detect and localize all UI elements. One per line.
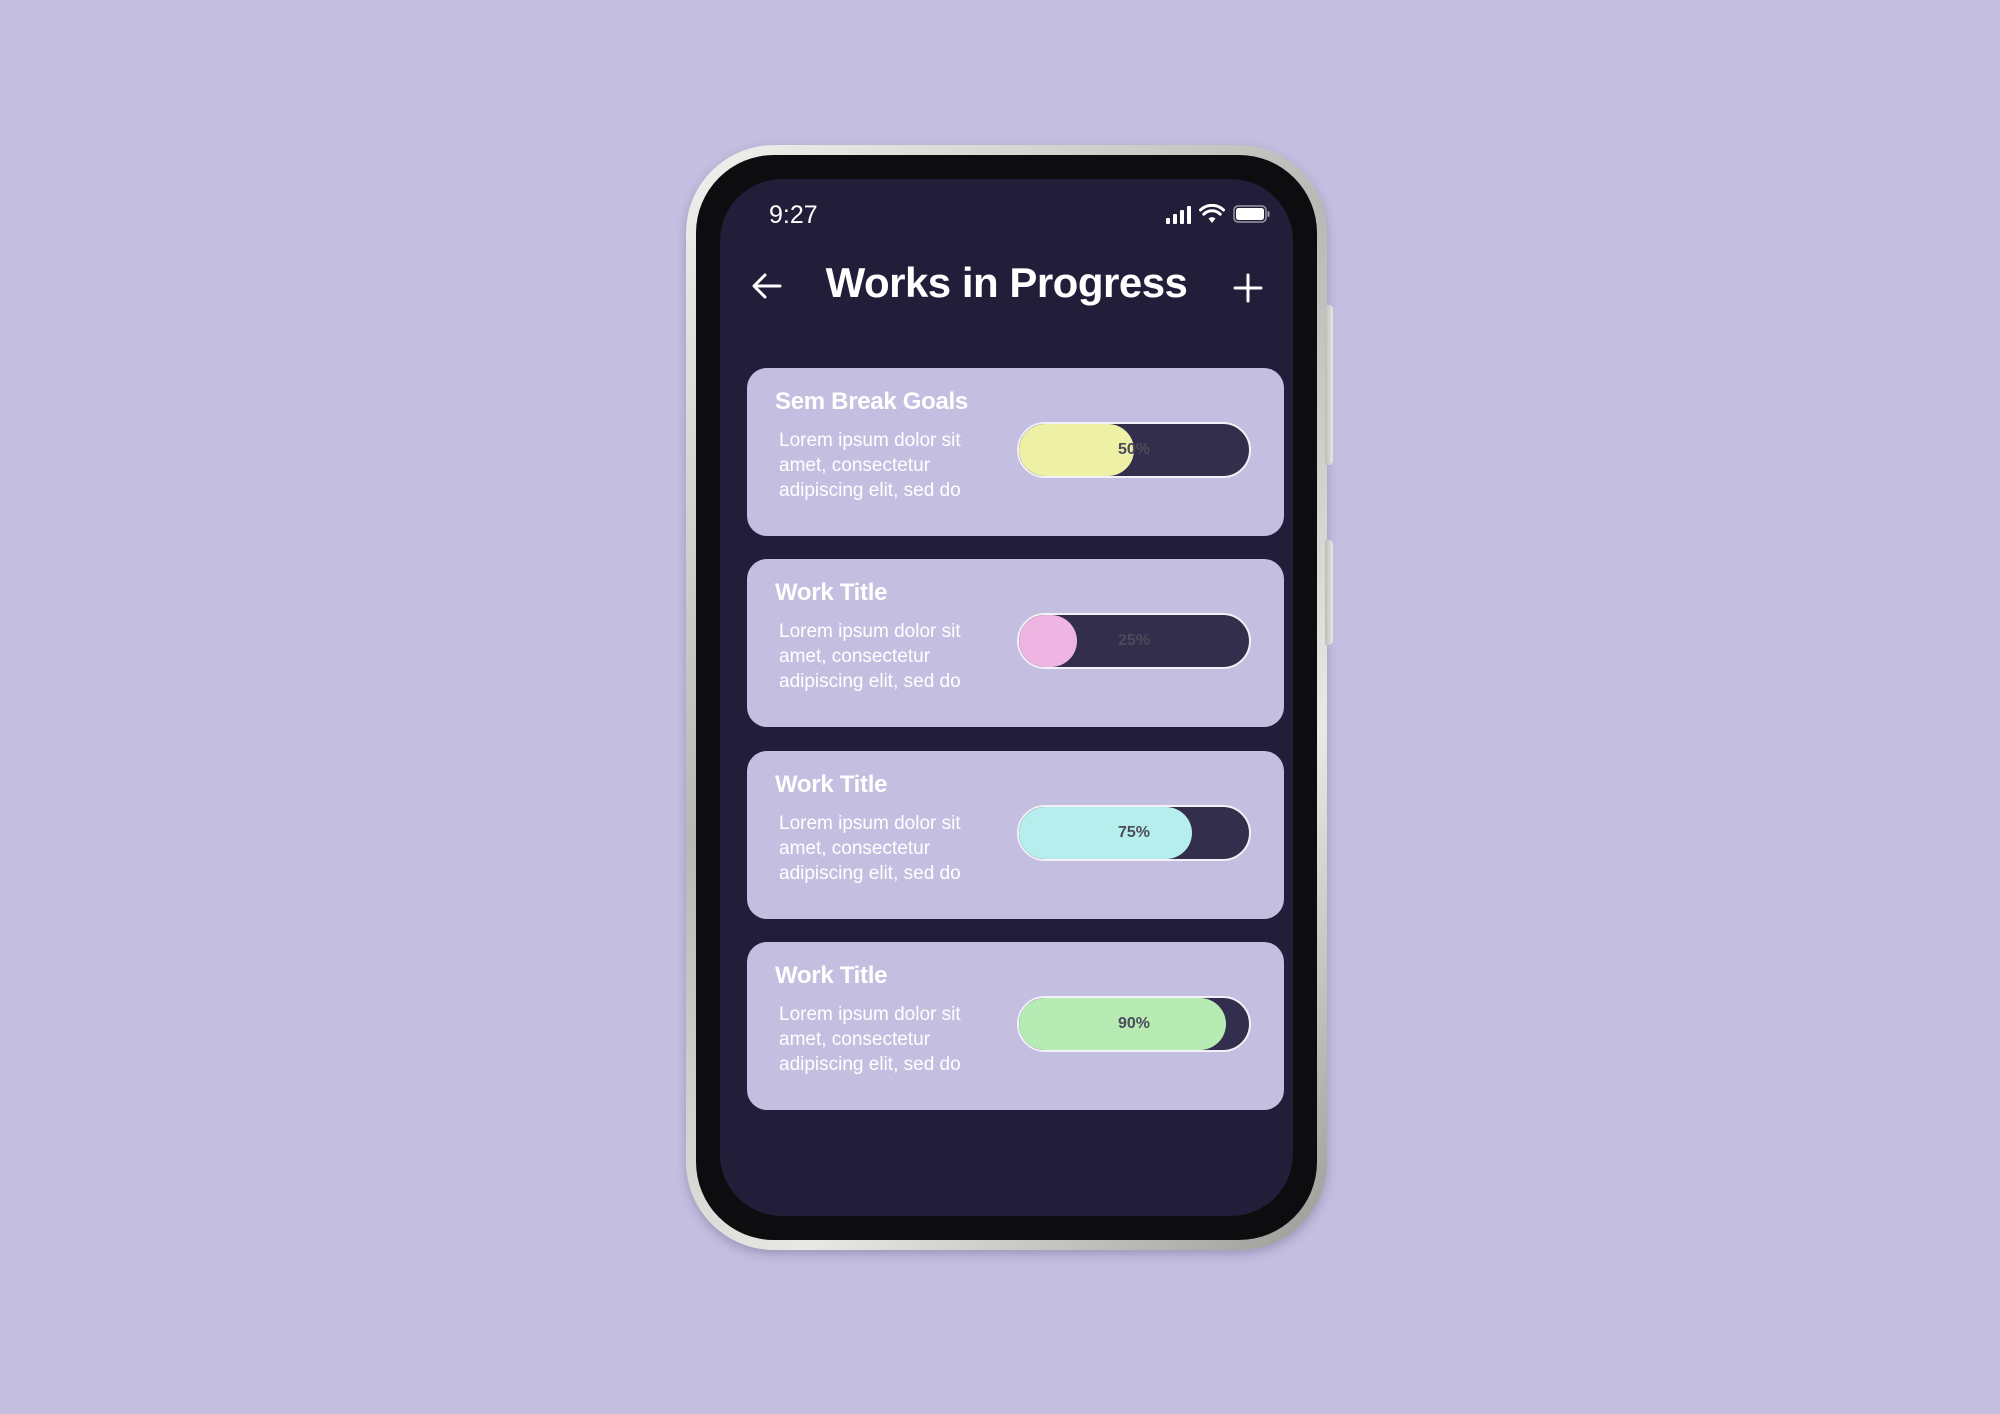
progress-label: 75% <box>1117 824 1151 841</box>
progress-label: 90% <box>1117 1015 1151 1032</box>
progress-bar: 75% <box>1017 805 1251 861</box>
card-title: Work Title <box>775 579 888 606</box>
work-card[interactable]: Work Title Lorem ipsum dolor sit amet, c… <box>747 942 1284 1110</box>
signal-icon <box>1166 206 1191 224</box>
phone-side-button <box>1325 540 1333 645</box>
card-title: Work Title <box>775 771 888 798</box>
battery-icon <box>1233 204 1271 224</box>
card-title: Sem Break Goals <box>775 388 968 415</box>
progress-bar: 25% <box>1017 613 1251 669</box>
phone-screen: 9:27 Works in Progress Sem Break Goals L… <box>720 179 1293 1216</box>
work-card[interactable]: Work Title Lorem ipsum dolor sit amet, c… <box>747 559 1284 727</box>
status-time: 9:27 <box>769 201 818 229</box>
progress-label: 25% <box>1117 632 1151 649</box>
progress-label: 50% <box>1117 441 1151 458</box>
card-description: Lorem ipsum dolor sit amet, consectetur … <box>779 1004 961 1075</box>
wifi-icon <box>1199 204 1225 224</box>
card-description: Lorem ipsum dolor sit amet, consectetur … <box>779 430 961 501</box>
phone-frame: 9:27 Works in Progress Sem Break Goals L… <box>686 145 1333 1250</box>
card-description: Lorem ipsum dolor sit amet, consectetur … <box>779 813 961 884</box>
page-title: Works in Progress <box>825 259 1188 306</box>
phone-bezel: 9:27 Works in Progress Sem Break Goals L… <box>696 155 1317 1240</box>
work-card[interactable]: Work Title Lorem ipsum dolor sit amet, c… <box>747 751 1284 919</box>
card-description: Lorem ipsum dolor sit amet, consectetur … <box>779 621 961 692</box>
plus-icon[interactable] <box>1232 272 1264 304</box>
work-card[interactable]: Sem Break Goals Lorem ipsum dolor sit am… <box>747 368 1284 536</box>
status-icons <box>1166 204 1271 224</box>
progress-bar: 90% <box>1017 996 1251 1052</box>
card-title: Work Title <box>775 962 888 989</box>
progress-bar: 50% <box>1017 422 1251 478</box>
phone-side-button <box>1325 305 1333 465</box>
